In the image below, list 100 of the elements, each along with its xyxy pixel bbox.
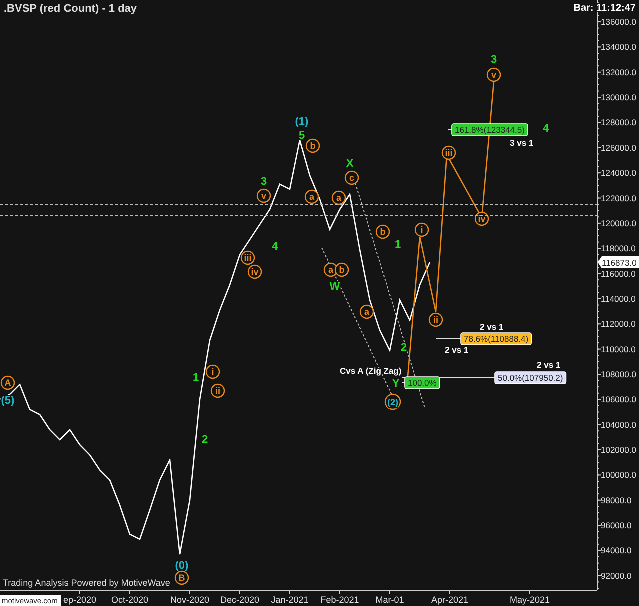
annotation: A — [4, 378, 12, 388]
annotation: iv — [251, 267, 259, 278]
axis-label: 108000.0 — [601, 370, 636, 380]
wave-label: 1 — [192, 372, 200, 384]
annotation: c — [349, 173, 355, 184]
axis-label: 124000.0 — [601, 168, 636, 178]
axis-label: ep-2020 — [63, 595, 97, 605]
wave-label: iv — [474, 212, 490, 226]
wave-label: a — [360, 304, 374, 320]
axis-label: 128000.0 — [601, 118, 636, 128]
annotation: ii — [433, 315, 439, 326]
annotation: ii — [215, 386, 221, 396]
axis-label: Dec-2020 — [220, 595, 260, 605]
wave-label: b — [376, 224, 390, 240]
wave-label: (0) — [175, 560, 189, 572]
axis-label: 94000.0 — [601, 546, 632, 556]
fibonacci-tag: 50.0%(107950.2) — [494, 372, 567, 384]
wave-label: A — [0, 376, 16, 390]
ratio-label: Cvs A (Zig Zag) — [340, 366, 402, 376]
fibonacci-tag: 100.0% — [404, 376, 440, 390]
credit-text: Trading Analysis Powered by MotiveWave — [3, 578, 170, 588]
wave-label: (2) — [384, 394, 402, 410]
wave-label: 5 — [298, 130, 306, 142]
wave-label: ii — [428, 312, 444, 328]
annotation: 161.8%(123344.5) — [455, 125, 526, 135]
axis-label: 102000.0 — [601, 445, 636, 456]
chart-title: .BVSP (red Count) - 1 day — [4, 3, 138, 15]
wave-label: i — [206, 364, 220, 380]
wave-label: 4 — [542, 123, 550, 135]
annotation: a — [364, 307, 370, 318]
axis-label: 120000.0 — [601, 218, 636, 228]
axis-label: 114000.0 — [601, 294, 636, 304]
wave-label: 2 — [202, 434, 208, 446]
axis-label: 100000.0 — [601, 470, 636, 480]
wave-label: a — [332, 190, 346, 206]
axis-label: 104000.0 — [601, 420, 636, 430]
wave-label: 1 — [394, 239, 402, 251]
axis-label: Apr-2021 — [431, 595, 469, 605]
wave-label: iii — [442, 146, 456, 160]
wave-label: (1) — [295, 116, 309, 128]
axis-label: 112000.0 — [601, 319, 636, 330]
axis-label: 110000.0 — [601, 344, 636, 354]
level-line — [436, 338, 462, 340]
wave-label: 3 — [490, 54, 498, 66]
axis-label: 130000.0 — [601, 92, 636, 103]
wave-label: X — [346, 158, 354, 170]
wave-label: W — [330, 281, 340, 293]
axis-label: 134000.0 — [601, 42, 636, 52]
axis-label: Mar-01 — [376, 595, 404, 605]
ratio-label: 2 vs 1 — [480, 322, 504, 332]
annotation: i — [420, 225, 424, 236]
wave-label: 3 — [260, 176, 268, 188]
wave-label: v — [486, 68, 502, 82]
annotation: (2) — [388, 398, 398, 408]
axis-label: May-2021 — [510, 595, 550, 605]
annotation: i — [212, 367, 214, 378]
annotation: b — [339, 265, 346, 276]
annotation: a — [336, 193, 342, 204]
axis-label: Feb-2021 — [320, 595, 360, 605]
axis-label: 126000.0 — [601, 142, 636, 153]
annotation: B — [178, 573, 186, 584]
annotation: a — [309, 192, 316, 202]
axis-label: 98000.0 — [601, 495, 632, 506]
annotation: 78.6%(110888.4) — [464, 334, 529, 344]
annotation: b — [380, 227, 386, 238]
annotation: iii — [244, 253, 252, 264]
axis-label: 116000.0 — [601, 268, 636, 279]
wave-label: c — [344, 170, 360, 186]
annotation: v — [261, 191, 267, 202]
wave-label: (5) — [1, 395, 15, 407]
annotation: a — [328, 265, 334, 276]
wave-label: 2 — [400, 342, 408, 354]
fibonacci-tag: 78.6%(110888.4) — [460, 332, 532, 346]
wave-label: 4 — [272, 241, 278, 253]
axis-label: Nov-2020 — [170, 595, 210, 605]
axis-label: Jan-2021 — [271, 595, 309, 605]
ratio-label: 2 vs 1 — [445, 345, 469, 355]
axis-label: 122000.0 — [601, 193, 636, 204]
wave-label: ii — [210, 384, 226, 398]
ratio-label: 2 vs 1 — [537, 360, 561, 370]
annotation: 100.0% — [408, 378, 438, 388]
fibonacci-tag: 161.8%(123344.5) — [452, 124, 528, 136]
wave-label: v — [256, 188, 272, 204]
axis-label: Oct-2020 — [111, 595, 149, 605]
axis-label: 132000.0 — [601, 67, 636, 78]
wave-label: b — [334, 262, 350, 278]
wave-label: iii — [240, 250, 256, 266]
annotation: iii — [445, 148, 453, 158]
annotation: v — [491, 70, 497, 80]
wave-label: i — [414, 222, 430, 238]
wave-label: iv — [248, 264, 262, 280]
axis-label: 118000.0 — [601, 244, 636, 254]
wave-label: a — [304, 190, 320, 204]
annotation: iv — [478, 214, 486, 224]
annotation: 50.0%(107950.2) — [498, 373, 564, 383]
wave-label: b — [306, 138, 320, 154]
wave-label: B — [174, 570, 190, 586]
axis-label: 92000.0 — [601, 570, 632, 581]
annotation: b — [310, 141, 316, 152]
axis-label: 96000.0 — [601, 520, 632, 531]
